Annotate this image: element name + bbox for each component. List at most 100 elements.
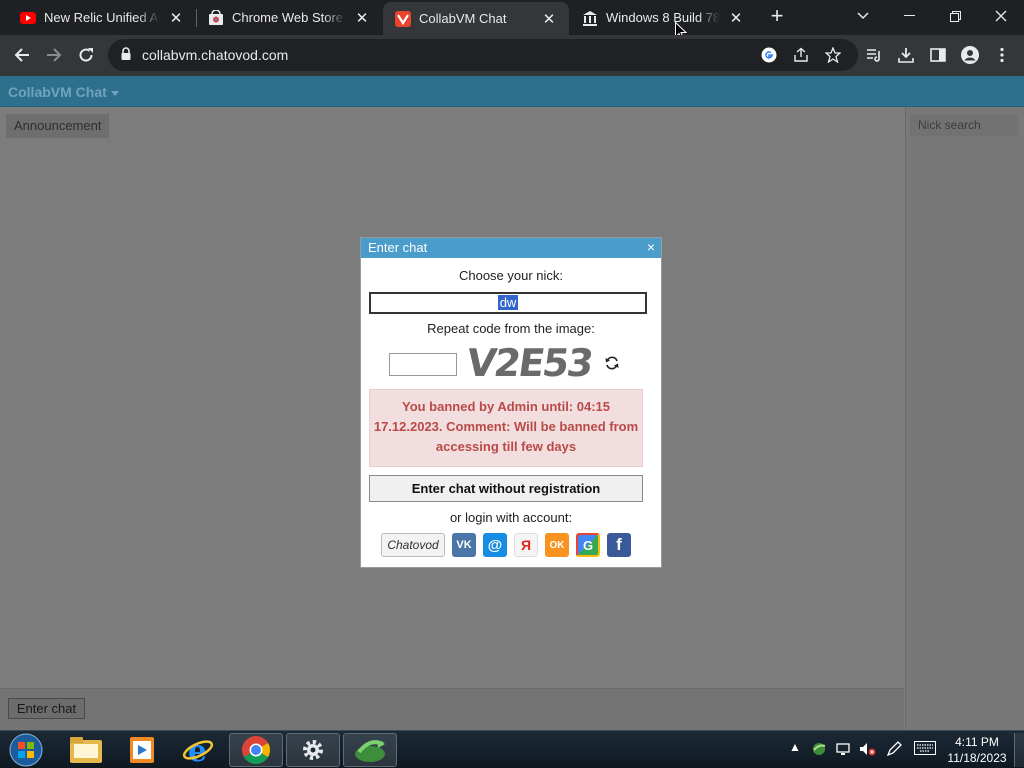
google-logo-icon: G — [578, 535, 598, 555]
bookmark-star-icon[interactable] — [824, 46, 842, 66]
captcha-label: Repeat code from the image: — [427, 321, 595, 336]
svg-text:e: e — [188, 734, 207, 766]
brand-menu[interactable]: CollabVM Chat — [8, 84, 119, 100]
network-icon[interactable] — [835, 741, 851, 760]
tab-title: Windows 8 Build 7850 — [606, 10, 720, 25]
windows-orb-icon — [9, 733, 43, 767]
close-tab-icon[interactable]: ✕ — [166, 8, 186, 28]
internet-explorer-taskbar-button[interactable]: e — [172, 733, 224, 767]
tab-title: CollabVM Chat — [419, 11, 507, 26]
back-arrow-icon[interactable] — [8, 41, 36, 69]
building-icon — [582, 10, 598, 26]
nick-search-input[interactable]: Nick search — [910, 114, 1018, 136]
download-manager-icon — [355, 740, 385, 762]
lock-icon[interactable] — [120, 47, 132, 64]
keyboard-icon[interactable] — [914, 741, 936, 758]
reading-list-icon[interactable] — [860, 41, 888, 69]
start-button[interactable] — [4, 733, 48, 767]
download-manager-taskbar-button[interactable] — [343, 733, 397, 767]
yandex-login-button[interactable]: Я — [514, 533, 538, 557]
nick-input-value[interactable]: dw — [497, 295, 519, 310]
mailru-icon: @ — [487, 536, 503, 554]
file-explorer-taskbar-button[interactable] — [60, 733, 112, 767]
forward-arrow-icon[interactable] — [40, 41, 68, 69]
vk-icon: VK — [456, 539, 472, 551]
browser-toolbar: collabvm.chatovod.com — [0, 35, 1024, 76]
facebook-login-button[interactable]: f — [607, 533, 631, 557]
nick-label: Choose your nick: — [458, 268, 564, 283]
youtube-icon — [20, 10, 36, 26]
ban-error-alert: You banned by Admin until: 04:15 17.12.2… — [369, 389, 643, 467]
chrome-taskbar-button[interactable] — [229, 733, 283, 767]
enter-without-registration-button[interactable]: Enter chat without registration — [369, 475, 643, 502]
vk-login-button[interactable]: VK — [452, 533, 476, 557]
show-desktop-button[interactable] — [1014, 733, 1024, 767]
enter-chat-button[interactable]: Enter chat — [8, 698, 85, 719]
close-window-button[interactable] — [978, 0, 1024, 32]
network-app-tray-icon[interactable] — [811, 741, 827, 760]
kebab-menu-icon[interactable] — [988, 41, 1016, 69]
odnoklassniki-login-button[interactable]: OK — [545, 533, 569, 557]
yandex-icon: Я — [520, 537, 532, 553]
chat-header: CollabVM Chat — [0, 76, 1024, 107]
announcement-tab[interactable]: Announcement — [6, 114, 109, 138]
media-player-icon — [130, 737, 154, 763]
chrome-icon — [242, 736, 270, 764]
chat-footer: Enter chat — [0, 688, 904, 730]
share-icon[interactable] — [793, 47, 809, 66]
login-with-account-label: or login with account: — [449, 510, 573, 525]
close-tab-icon[interactable]: ✕ — [352, 8, 372, 28]
close-icon[interactable]: × — [647, 239, 655, 255]
google-icon[interactable] — [761, 47, 777, 66]
profile-avatar-icon[interactable] — [956, 41, 984, 69]
chatovod-logo-label: Chatovod — [387, 538, 439, 552]
dialog-title: Enter chat — [368, 240, 428, 255]
tab-title: Chrome Web Store - S — [232, 10, 346, 25]
tab-collabvm-chat[interactable]: CollabVM Chat ✕ — [383, 2, 569, 35]
gear-icon — [303, 740, 323, 760]
folder-icon — [70, 737, 102, 763]
restore-button[interactable] — [932, 0, 978, 32]
google-login-button[interactable]: G — [576, 533, 600, 557]
side-panel-icon[interactable] — [924, 41, 952, 69]
dialog-title-bar: Enter chat × — [361, 238, 661, 258]
download-icon[interactable] — [892, 41, 920, 69]
pen-icon[interactable] — [886, 741, 902, 760]
media-player-taskbar-button[interactable] — [116, 733, 168, 767]
settings-taskbar-button[interactable] — [286, 733, 340, 767]
tab-strip: New Relic Unified APM ✕ Chrome Web Store… — [0, 0, 1024, 41]
caret-down-icon — [110, 90, 119, 96]
clock-date: 11/18/2023 — [947, 751, 1007, 765]
reload-icon[interactable] — [72, 41, 100, 69]
captcha-input[interactable] — [389, 353, 457, 376]
tab-windows-8-build[interactable]: Windows 8 Build 7850 ✕ — [570, 0, 756, 35]
minimize-button[interactable] — [886, 0, 932, 32]
internet-explorer-icon: e — [182, 734, 214, 766]
tab-chrome-web-store[interactable]: Chrome Web Store - S ✕ — [196, 0, 382, 35]
tab-new-relic[interactable]: New Relic Unified APM ✕ — [8, 0, 196, 35]
user-list-panel: Nick search — [905, 107, 1024, 730]
new-tab-button[interactable]: + — [765, 5, 789, 29]
enter-chat-dialog: Enter chat × Choose your nick: dw Repeat… — [360, 237, 662, 568]
windows-taskbar: e ▲ 4:11 PM 11/18/2023 — [0, 730, 1024, 768]
close-tab-icon[interactable]: ✕ — [539, 9, 559, 29]
chrome-web-store-icon — [208, 9, 224, 26]
odnoklassniki-icon: OK — [549, 539, 565, 551]
tab-search-chevron-icon[interactable] — [840, 0, 886, 32]
mailru-login-button[interactable]: @ — [483, 533, 507, 557]
nick-input[interactable]: dw — [369, 292, 647, 314]
captcha-image: V2E53 — [463, 341, 595, 385]
show-hidden-icons-chevron-icon[interactable]: ▲ — [789, 740, 801, 754]
facebook-icon: f — [616, 535, 622, 554]
close-tab-icon[interactable]: ✕ — [726, 8, 746, 28]
refresh-icon[interactable] — [605, 356, 621, 372]
chatovod-icon — [395, 10, 411, 27]
url-text[interactable]: collabvm.chatovod.com — [142, 47, 288, 63]
chatovod-login-button[interactable]: Chatovod — [381, 533, 445, 557]
tab-title: New Relic Unified APM — [44, 10, 160, 25]
volume-muted-icon[interactable] — [858, 741, 876, 760]
clock-time: 4:11 PM — [955, 735, 999, 749]
address-bar[interactable]: collabvm.chatovod.com — [108, 39, 858, 71]
brand-label: CollabVM Chat — [8, 84, 107, 100]
system-clock[interactable]: 4:11 PM 11/18/2023 — [942, 734, 1012, 766]
